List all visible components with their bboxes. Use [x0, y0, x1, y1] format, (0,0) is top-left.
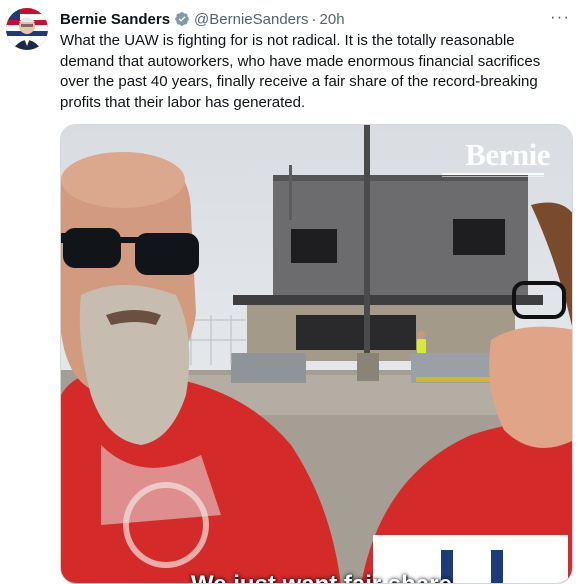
separator-dot: ·: [311, 10, 317, 28]
author-name[interactable]: Bernie Sanders: [60, 11, 170, 28]
timestamp[interactable]: 20h: [320, 11, 345, 28]
more-options-icon[interactable]: ···: [548, 7, 572, 27]
tweet-text: What the UAW is fighting for is not radi…: [60, 32, 541, 111]
watermark-underline: [442, 173, 544, 177]
tweet-header: Bernie Sanders @BernieSanders · 20h ···: [60, 7, 572, 29]
tweet-media-video[interactable]: Bernie We just want fair share: [60, 124, 573, 584]
video-caption: We just want fair share: [191, 571, 452, 583]
avatar[interactable]: [6, 8, 48, 50]
video-frame: [61, 125, 572, 583]
author-handle[interactable]: @BernieSanders: [194, 11, 308, 28]
verified-badge-icon: [174, 11, 190, 27]
avatar-image: [6, 8, 48, 50]
bernie-watermark-logo: Bernie: [465, 137, 550, 172]
